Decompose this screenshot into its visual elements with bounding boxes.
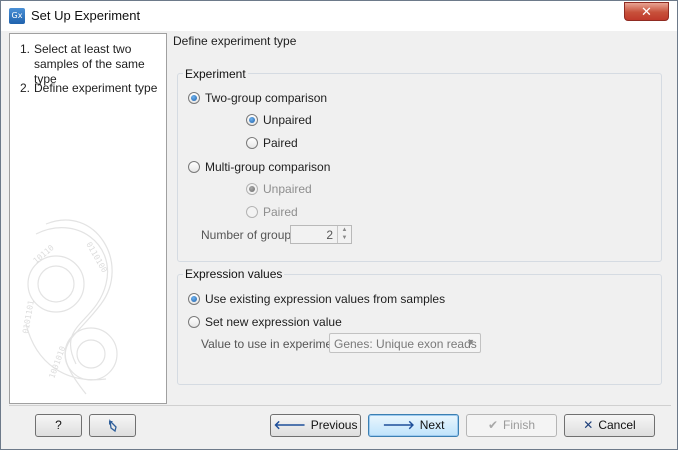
checkmark-icon: ✔ [487,418,499,432]
expression-values-group-title: Expression values [183,267,285,281]
finish-label: Finish [503,418,536,432]
chevron-down-icon: ▼ [466,337,475,347]
chevron-down-icon: ▼ [341,235,348,241]
step-number: 1. [20,42,31,56]
wizard-steps-panel: 1. Select at least two samples of the sa… [9,33,167,404]
reset-button[interactable] [89,414,136,437]
multi-group-radio[interactable] [188,161,200,173]
value-to-use-label: Value to use in experiment [201,337,343,351]
previous-label: Previous [310,418,358,432]
number-of-groups-value: 2 [326,228,333,242]
use-existing-label[interactable]: Use existing expression values from samp… [205,292,445,306]
close-window-button[interactable]: ✕ [624,2,669,21]
two-group-paired-label[interactable]: Paired [263,136,298,150]
page-title: Define experiment type [173,34,297,48]
two-group-label[interactable]: Two-group comparison [205,91,327,105]
use-existing-radio[interactable] [188,293,200,305]
two-group-unpaired-label[interactable]: Unpaired [263,113,312,127]
question-mark-icon: ? [55,418,62,432]
expression-value-select: Genes: Unique exon reads ▼ [329,333,481,353]
set-new-radio[interactable] [188,316,200,328]
app-icon: Gx [9,8,25,24]
number-of-groups-stepper: 2 ▲ ▼ [290,225,352,244]
bottom-divider [9,405,671,406]
previous-button[interactable]: 🡐 Previous [270,414,361,437]
expression-values-group [177,274,662,385]
undo-icon [108,418,117,432]
svg-text:10110: 10110 [32,243,56,265]
next-button[interactable]: 🡒 Next [368,414,459,437]
chevron-up-icon: ▲ [341,227,348,233]
experiment-group-title: Experiment [183,67,248,81]
title-bar: Gx Set Up Experiment ✕ [1,1,677,31]
cancel-button[interactable]: ✕ Cancel [564,414,655,437]
multi-group-unpaired-radio [246,183,258,195]
step-number: 2. [20,81,31,95]
next-label: Next [419,418,445,432]
number-of-groups-label: Number of groups [201,228,298,242]
setup-experiment-dialog: Gx Set Up Experiment ✕ 1. Select at leas… [0,0,678,450]
cancel-label: Cancel [598,418,636,432]
window-title: Set Up Experiment [31,8,141,23]
multi-group-unpaired-label: Unpaired [263,182,312,196]
set-new-label[interactable]: Set new expression value [205,315,342,329]
stepper-arrows: ▲ ▼ [337,226,351,243]
x-icon: ✕ [583,418,594,432]
step-label: Define experiment type [34,81,158,95]
two-group-radio[interactable] [188,92,200,104]
expression-value-selected: Genes: Unique exon reads [334,337,477,351]
finish-button: ✔ Finish [466,414,557,437]
multi-group-paired-radio [246,206,258,218]
multi-group-paired-label: Paired [263,205,298,219]
dna-watermark-icon: 0110100 0101101 1001010 10110 [21,219,118,395]
two-group-paired-radio[interactable] [246,137,258,149]
help-button[interactable]: ? [35,414,82,437]
two-group-unpaired-radio[interactable] [246,114,258,126]
svg-text:0101101: 0101101 [21,299,36,334]
multi-group-label[interactable]: Multi-group comparison [205,160,330,174]
arrow-right-icon: 🡒 [382,418,415,432]
arrow-left-icon: 🡐 [273,418,306,432]
